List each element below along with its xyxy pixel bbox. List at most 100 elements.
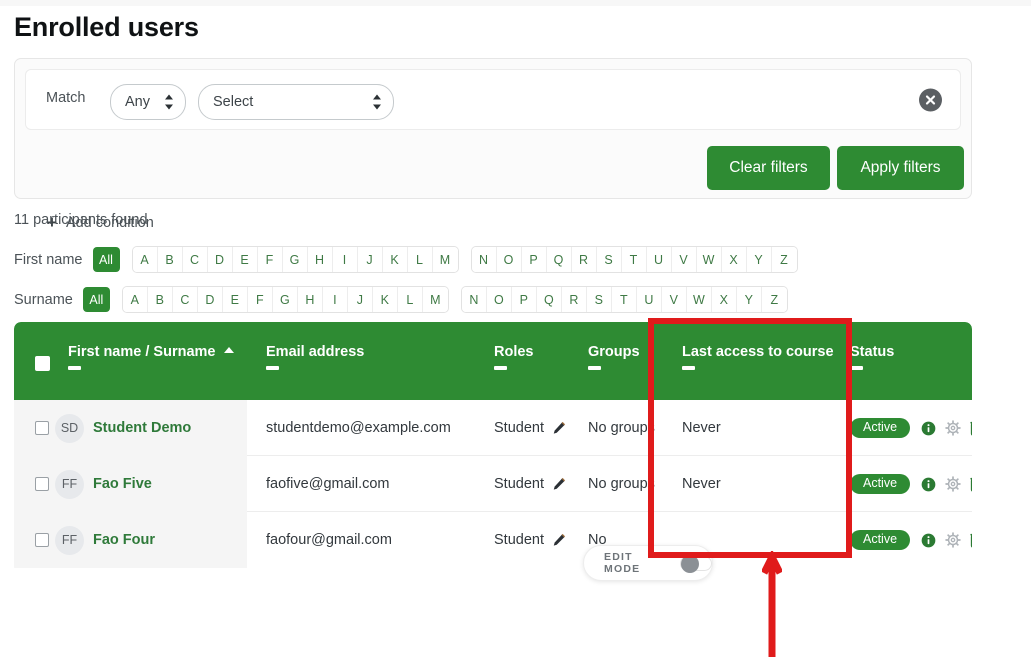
surname-letter-h[interactable]: H	[297, 287, 323, 312]
first-name-letter-v[interactable]: V	[671, 247, 697, 272]
surname-letter-o[interactable]: O	[486, 287, 512, 312]
surname-letter-r[interactable]: R	[561, 287, 587, 312]
collapse-column-icon[interactable]	[266, 366, 279, 370]
page-title: Enrolled users	[14, 12, 199, 42]
column-header-groups[interactable]: Groups	[588, 344, 640, 370]
surname-letter-t[interactable]: T	[611, 287, 637, 312]
trash-icon[interactable]	[970, 420, 972, 436]
first-name-letter-b[interactable]: B	[157, 247, 183, 272]
surname-letter-z[interactable]: Z	[761, 287, 787, 312]
collapse-column-icon[interactable]	[588, 366, 601, 370]
column-header-roles[interactable]: Roles	[494, 344, 534, 370]
page-root: Enrolled users Match Any Select + Add co…	[0, 0, 1031, 657]
surname-letter-b[interactable]: B	[147, 287, 173, 312]
surname-letter-m[interactable]: M	[422, 287, 448, 312]
first-name-letter-m[interactable]: M	[432, 247, 458, 272]
first-name-letter-p[interactable]: P	[521, 247, 547, 272]
surname-letter-i[interactable]: I	[322, 287, 348, 312]
first-name-letter-a[interactable]: A	[132, 247, 158, 272]
first-name-letters-n-z: NOPQRSTUVWXYZ	[470, 246, 798, 273]
info-icon[interactable]	[921, 477, 936, 492]
close-circle-icon[interactable]	[919, 88, 942, 111]
surname-letter-d[interactable]: D	[197, 287, 223, 312]
trash-icon[interactable]	[970, 532, 972, 548]
pencil-icon[interactable]	[552, 421, 566, 435]
collapse-column-icon[interactable]	[494, 366, 507, 370]
first-name-letter-g[interactable]: G	[282, 247, 308, 272]
surname-letter-s[interactable]: S	[586, 287, 612, 312]
surname-letter-u[interactable]: U	[636, 287, 662, 312]
first-name-letter-d[interactable]: D	[207, 247, 233, 272]
surname-letter-c[interactable]: C	[172, 287, 198, 312]
surname-letter-f[interactable]: F	[247, 287, 273, 312]
surname-letter-p[interactable]: P	[511, 287, 537, 312]
user-name-link[interactable]: Student Demo	[93, 420, 191, 436]
info-icon[interactable]	[921, 533, 936, 548]
column-header-last-access[interactable]: Last access to course	[682, 344, 834, 370]
gear-icon[interactable]	[945, 532, 961, 548]
surname-letter-g[interactable]: G	[272, 287, 298, 312]
column-header-status[interactable]: Status	[850, 344, 894, 370]
first-name-letter-e[interactable]: E	[232, 247, 258, 272]
apply-filters-button[interactable]: Apply filters	[837, 146, 964, 190]
first-name-letter-x[interactable]: X	[721, 247, 747, 272]
first-name-letter-k[interactable]: K	[382, 247, 408, 272]
row-select-checkbox[interactable]	[35, 533, 49, 547]
user-name-link[interactable]: Fao Four	[93, 532, 155, 548]
surname-letter-l[interactable]: L	[397, 287, 423, 312]
first-name-letter-f[interactable]: F	[257, 247, 283, 272]
first-name-letter-r[interactable]: R	[571, 247, 597, 272]
pencil-icon[interactable]	[552, 477, 566, 491]
first-name-letter-u[interactable]: U	[646, 247, 672, 272]
column-header-email[interactable]: Email address	[266, 344, 364, 370]
first-name-letter-z[interactable]: Z	[771, 247, 797, 272]
collapse-column-icon[interactable]	[68, 366, 81, 370]
cell-email: faofour@gmail.com	[266, 532, 392, 548]
first-name-letter-s[interactable]: S	[596, 247, 622, 272]
clear-filters-button[interactable]: Clear filters	[707, 146, 830, 190]
surname-letter-w[interactable]: W	[686, 287, 712, 312]
surname-filter-all[interactable]: All	[82, 287, 110, 312]
surname-letter-x[interactable]: X	[711, 287, 737, 312]
table-body: SD Student Demo studentdemo@example.com Stu…	[14, 400, 972, 568]
surname-letter-j[interactable]: J	[347, 287, 373, 312]
user-name-link[interactable]: Fao Five	[93, 476, 152, 492]
surname-letter-q[interactable]: Q	[536, 287, 562, 312]
cell-roles: Student	[494, 512, 566, 568]
row-select-checkbox[interactable]	[35, 476, 49, 491]
first-name-letter-h[interactable]: H	[307, 247, 333, 272]
collapse-column-icon[interactable]	[850, 366, 863, 370]
surname-letter-y[interactable]: Y	[736, 287, 762, 312]
first-name-letter-w[interactable]: W	[696, 247, 722, 272]
select-all-checkbox[interactable]	[35, 356, 50, 371]
match-type-select[interactable]: Any	[110, 84, 186, 120]
surname-letter-v[interactable]: V	[661, 287, 687, 312]
row-select-checkbox[interactable]	[35, 420, 49, 435]
gear-icon[interactable]	[945, 476, 961, 492]
collapse-column-icon[interactable]	[682, 366, 695, 370]
filter-field-select[interactable]: Select	[198, 84, 394, 120]
surname-letter-a[interactable]: A	[122, 287, 148, 312]
first-name-letter-c[interactable]: C	[182, 247, 208, 272]
gear-icon[interactable]	[945, 420, 961, 436]
first-name-letter-n[interactable]: N	[471, 247, 497, 272]
surname-letter-e[interactable]: E	[222, 287, 248, 312]
column-header-name[interactable]: First name / Surname	[68, 344, 235, 370]
surname-letter-n[interactable]: N	[461, 287, 487, 312]
cell-groups: No groups	[588, 476, 655, 492]
first-name-letter-j[interactable]: J	[357, 247, 383, 272]
first-name-letter-o[interactable]: O	[496, 247, 522, 272]
first-name-letter-l[interactable]: L	[407, 247, 433, 272]
first-name-letter-i[interactable]: I	[332, 247, 358, 272]
surname-letter-k[interactable]: K	[372, 287, 398, 312]
pencil-icon[interactable]	[552, 533, 566, 547]
column-header-groups-label: Groups	[588, 344, 640, 360]
info-icon[interactable]	[921, 421, 936, 436]
trash-icon[interactable]	[970, 476, 972, 492]
first-name-letter-q[interactable]: Q	[546, 247, 572, 272]
first-name-filter-all[interactable]: All	[92, 247, 120, 272]
first-name-letter-t[interactable]: T	[621, 247, 647, 272]
edit-mode-toggle[interactable]	[680, 554, 712, 573]
first-name-letter-y[interactable]: Y	[746, 247, 772, 272]
row-actions	[921, 420, 972, 436]
